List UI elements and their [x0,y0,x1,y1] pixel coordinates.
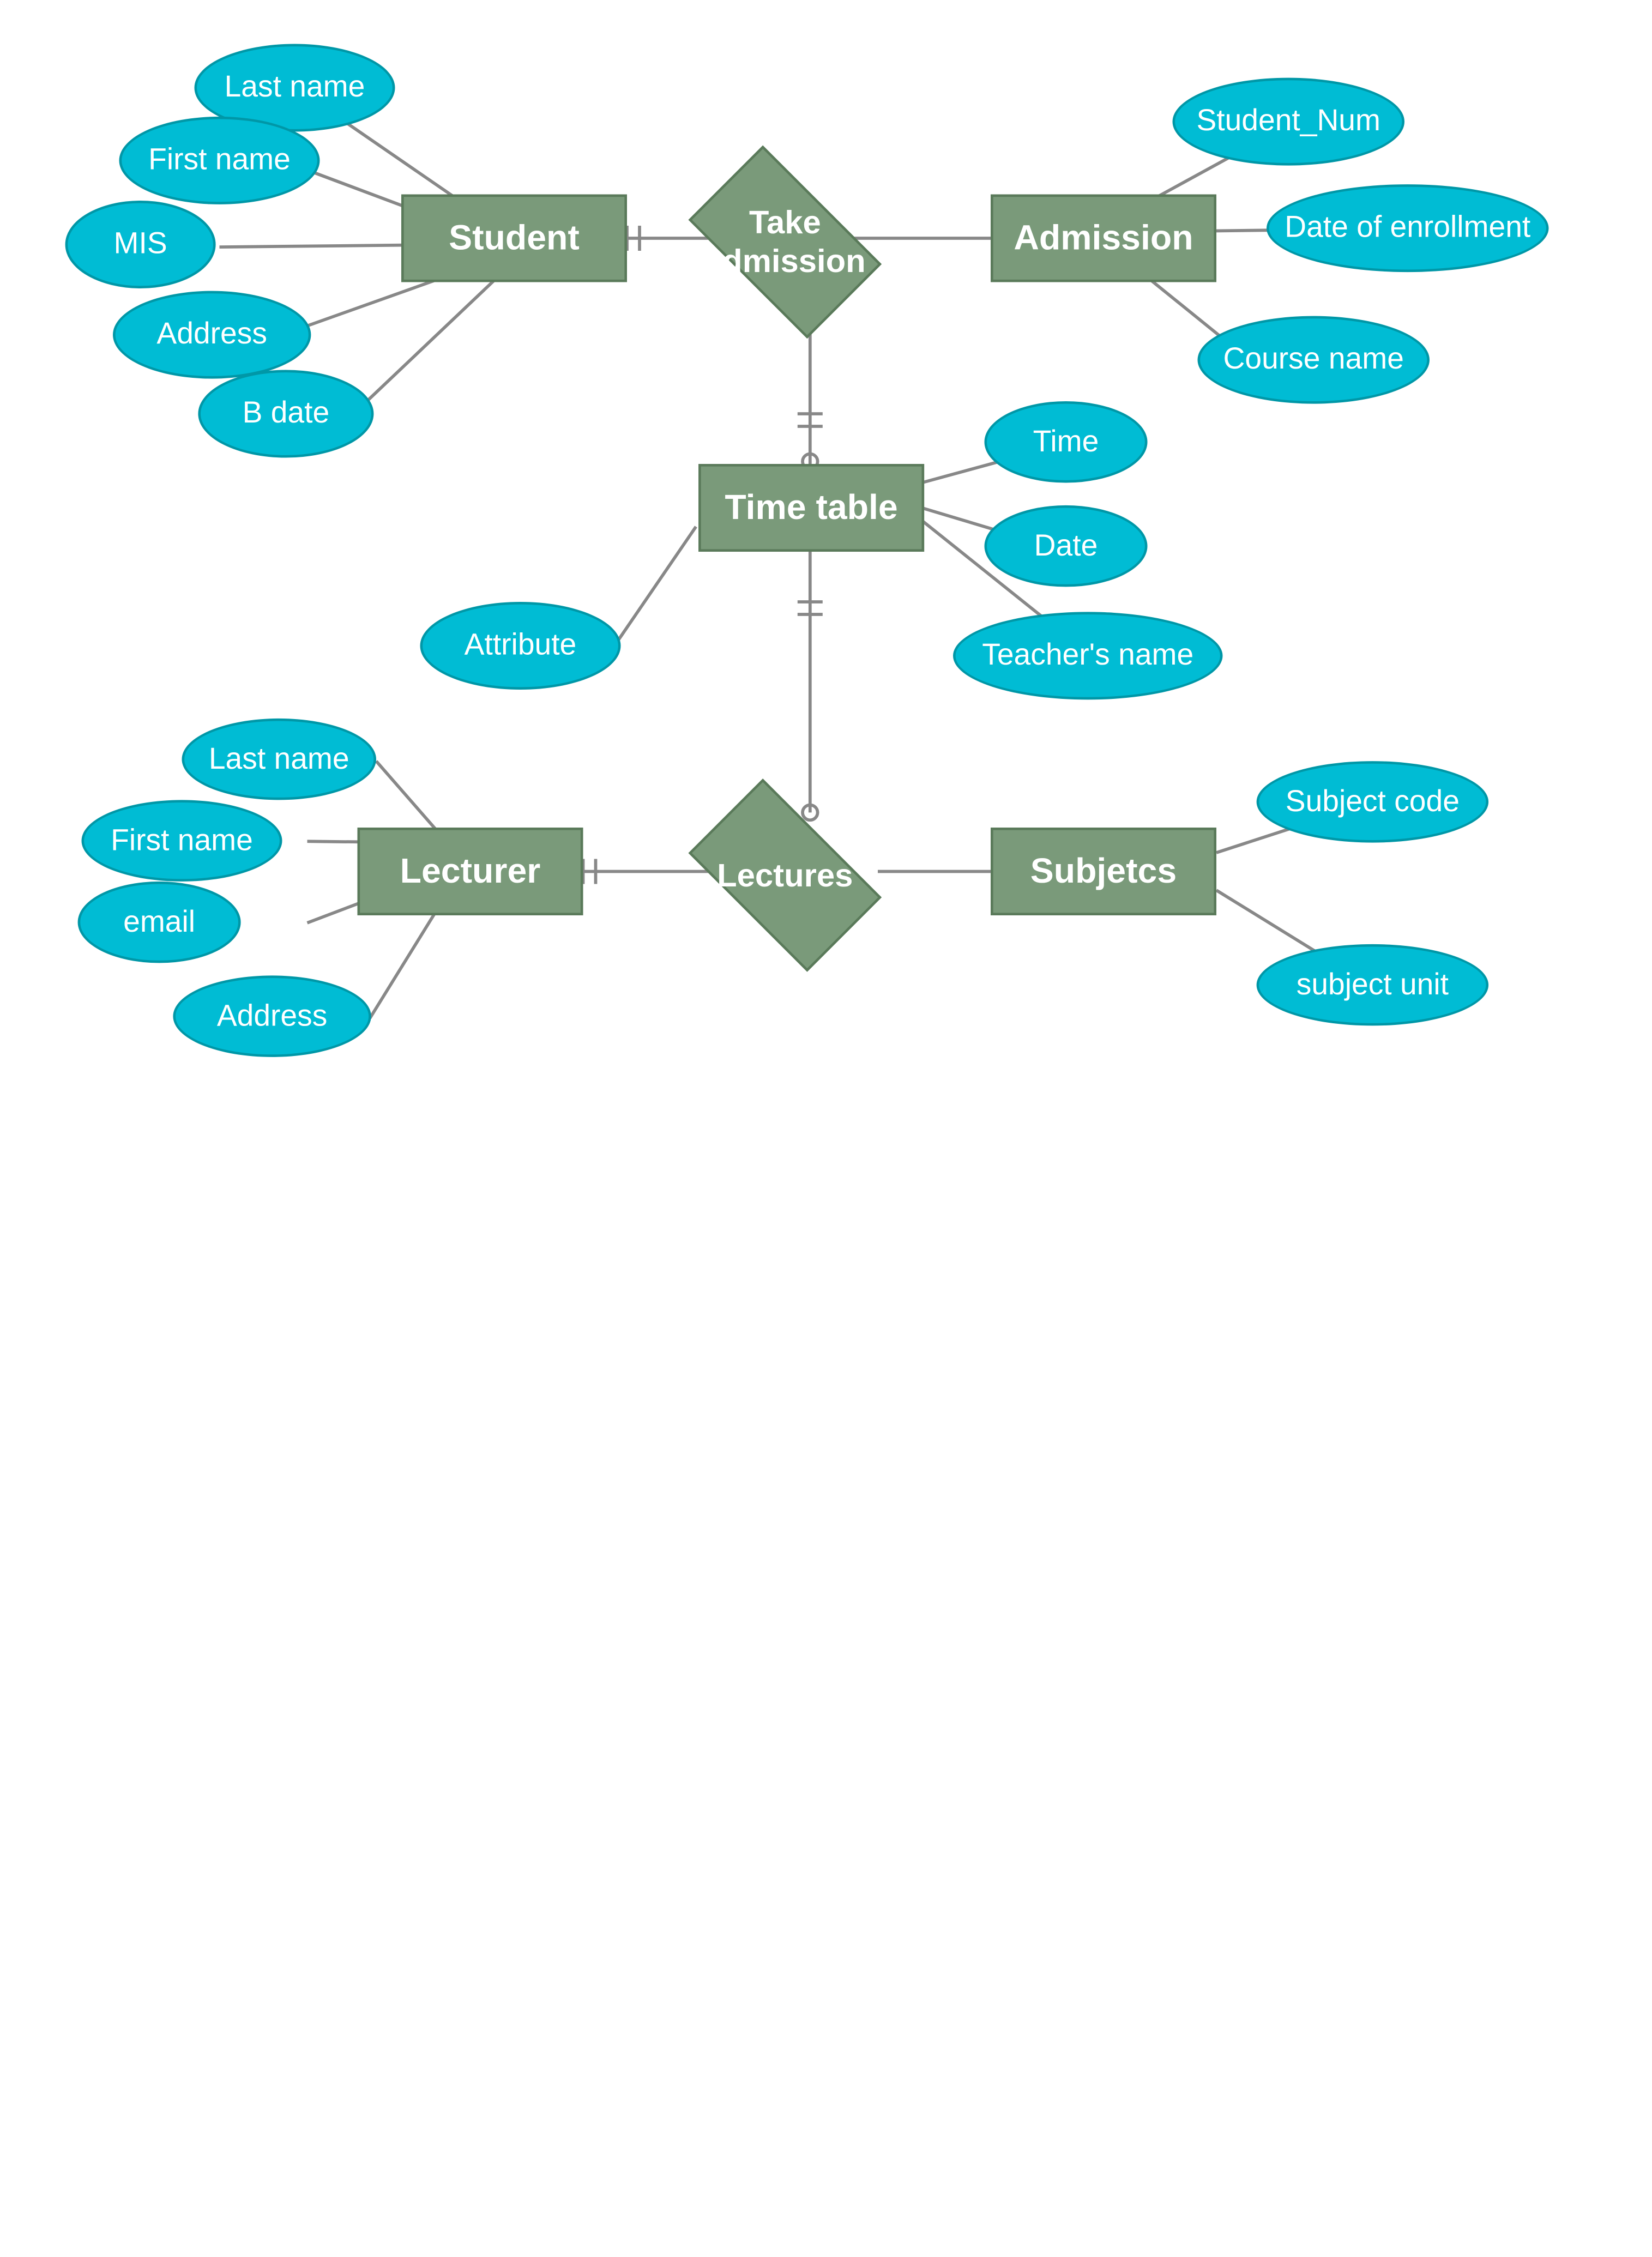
entity-admission: Admission [991,195,1216,282]
attr-admission-course: Course name [1198,316,1430,404]
attr-tt-attribute: Attribute [420,602,621,690]
attr-student-bdate: B date [198,370,373,458]
attr-student-first: First name [119,117,320,204]
attr-lec-address: Address [173,975,371,1057]
relationship-lectures: Lectures [685,812,885,938]
attr-admission-num: Student_Num [1173,78,1405,166]
attr-lec-last: Last name [182,719,377,800]
attr-tt-date: Date [985,505,1148,587]
attr-sub-unit: subject unit [1257,944,1489,1025]
diagram-container: Student Admission Time table Lecturer Su… [0,0,1652,2257]
attr-student-address: Address [113,291,311,379]
entity-student: Student [401,195,627,282]
attr-admission-date: Date of enrollment [1267,184,1549,272]
entity-subjetcs: Subjetcs [991,828,1216,915]
attr-sub-code: Subject code [1257,761,1489,843]
attr-lec-email: email [78,882,241,963]
entity-lecturer: Lecturer [358,828,583,915]
attr-tt-teacher: Teacher's name [953,612,1223,699]
relationship-take-admission: Take admission [685,179,885,305]
attr-tt-time: Time [985,401,1148,483]
entity-timetable: Time table [698,464,924,552]
attr-lec-first: First name [82,800,282,882]
attr-student-mis: MIS [65,201,216,288]
